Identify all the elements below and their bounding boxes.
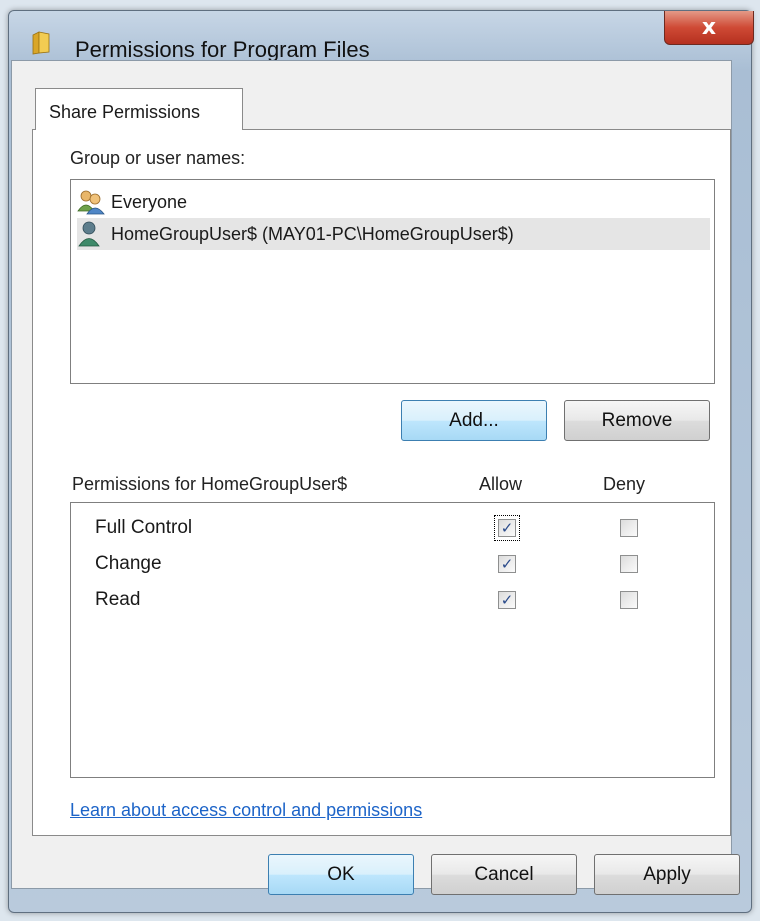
cancel-button[interactable]: Cancel xyxy=(431,854,577,895)
list-item-homegroupuser[interactable]: HomeGroupUser$ (MAY01-PC\HomeGroupUser$) xyxy=(77,218,710,250)
apply-button-label: Apply xyxy=(643,863,691,885)
permission-name: Full Control xyxy=(95,517,193,538)
list-item-label: Everyone xyxy=(111,191,188,212)
allow-header: Allow xyxy=(479,474,523,494)
full-control-deny-checkbox[interactable] xyxy=(620,519,638,537)
tab-share-permissions[interactable]: Share Permissions xyxy=(35,88,243,130)
change-allow-checkbox[interactable]: ✓ xyxy=(498,555,516,573)
users-group-icon xyxy=(77,190,105,215)
close-icon: x xyxy=(701,15,717,40)
group-user-list[interactable]: Everyone HomeGroupUser$ (MAY01-PC\HomeGr… xyxy=(70,179,715,384)
read-deny-checkbox[interactable] xyxy=(620,591,638,609)
deny-header: Deny xyxy=(603,474,646,494)
add-button-label: Add... xyxy=(449,409,499,431)
permissions-list: Full Control ✓ Change ✓ Read ✓ xyxy=(70,502,715,778)
remove-button-label: Remove xyxy=(601,409,673,431)
permission-name: Change xyxy=(95,553,162,574)
permissions-header: Permissions for HomeGroupUser$ xyxy=(72,474,348,494)
list-item-label: HomeGroupUser$ (MAY01-PC\HomeGroupUser$) xyxy=(111,223,514,244)
permission-row-read: Read ✓ xyxy=(79,583,709,617)
read-allow-checkbox[interactable]: ✓ xyxy=(498,591,516,609)
add-button[interactable]: Add... xyxy=(401,400,547,441)
ok-button-label: OK xyxy=(327,863,355,885)
permission-name: Read xyxy=(95,589,141,610)
tab-label: Share Permissions xyxy=(49,102,201,122)
cancel-button-label: Cancel xyxy=(474,863,534,885)
folder-icon xyxy=(32,31,50,55)
apply-button[interactable]: Apply xyxy=(594,854,740,895)
group-user-names-label: Group or user names: xyxy=(70,148,246,168)
remove-button[interactable]: Remove xyxy=(564,400,710,441)
change-deny-checkbox[interactable] xyxy=(620,555,638,573)
permission-row-change: Change ✓ xyxy=(79,547,709,581)
help-link[interactable]: Learn about access control and permissio… xyxy=(70,800,422,821)
full-control-allow-checkbox[interactable]: ✓ xyxy=(494,515,520,541)
close-button[interactable]: x xyxy=(664,11,754,45)
user-icon xyxy=(78,221,100,247)
permission-row-full-control: Full Control ✓ xyxy=(79,511,709,545)
ok-button[interactable]: OK xyxy=(268,854,414,895)
list-item-everyone[interactable]: Everyone xyxy=(77,186,710,218)
